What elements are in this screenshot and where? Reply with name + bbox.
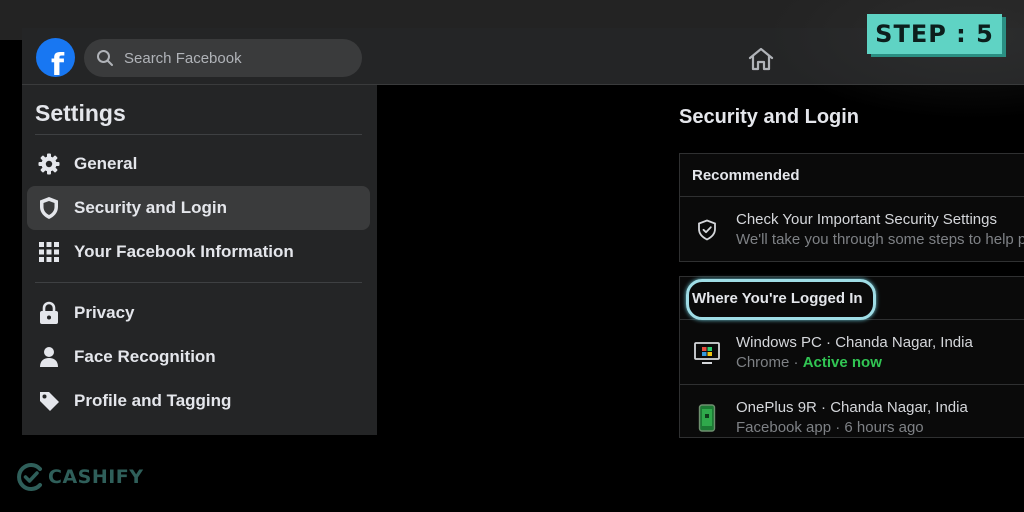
sidebar-item-label: Security and Login: [74, 198, 228, 217]
shield-icon: [37, 196, 61, 220]
highlight-ring: [686, 279, 876, 320]
sidebar-item-privacy[interactable]: Privacy: [27, 291, 370, 335]
desktop-icon: [694, 340, 720, 366]
security-checkup-title: Check Your Important Security Settings: [736, 211, 997, 228]
sidebar-item-label: Face Recognition: [74, 347, 216, 366]
session-row[interactable]: Windows PC · Chanda Nagar, India Chrome …: [680, 320, 1024, 385]
shield-check-icon: [694, 217, 720, 243]
sidebar-item-label: General: [74, 154, 138, 173]
step-badge: STEP : 5: [867, 14, 1002, 54]
session-detail: Chrome · Active now: [736, 354, 882, 371]
search-input[interactable]: [122, 48, 346, 68]
sidebar-item-label: Your Facebook Information: [74, 242, 294, 261]
recommended-heading: Recommended: [680, 154, 1024, 197]
home-icon[interactable]: [747, 45, 775, 73]
sidebar-item-general[interactable]: General: [27, 142, 370, 186]
facebook-logo[interactable]: f: [36, 38, 75, 77]
sidebar-title: Settings: [35, 100, 126, 126]
session-detail: Facebook app · 6 hours ago: [736, 419, 924, 436]
security-checkup-subtitle: We'll take you through some steps to hel…: [736, 231, 1024, 248]
security-checkup-row[interactable]: Check Your Important Security Settings W…: [680, 197, 1024, 261]
cashify-logo-icon: [17, 463, 42, 491]
page-title: Security and Login: [679, 106, 860, 128]
tag-icon: [37, 389, 61, 413]
search-icon: [97, 50, 113, 66]
sidebar-item-security-and-login[interactable]: Security and Login: [27, 186, 370, 230]
session-device: Windows PC · Chanda Nagar, India: [736, 334, 973, 351]
session-device: OnePlus 9R · Chanda Nagar, India: [736, 399, 968, 416]
lock-icon: [37, 301, 61, 325]
sidebar-item-label: Profile and Tagging: [74, 391, 232, 410]
search-box[interactable]: [84, 39, 362, 77]
active-now-status: Active now: [802, 354, 882, 371]
session-row[interactable]: OnePlus 9R · Chanda Nagar, India Faceboo…: [680, 385, 1024, 437]
sidebar-item-your-facebook-information[interactable]: Your Facebook Information: [27, 230, 370, 274]
cashify-wordmark: CASHIFY: [48, 466, 144, 488]
logo-letter: f: [50, 48, 65, 78]
phone-icon: [694, 404, 720, 432]
person-icon: [37, 345, 61, 369]
grid-icon: [37, 240, 61, 264]
sidebar-item-profile-and-tagging[interactable]: Profile and Tagging: [27, 379, 370, 423]
sidebar-divider: [35, 282, 362, 283]
sidebar-item-face-recognition[interactable]: Face Recognition: [27, 335, 370, 379]
sidebar-divider: [35, 134, 362, 135]
sidebar-item-label: Privacy: [74, 303, 135, 322]
gear-icon: [37, 152, 61, 176]
recommended-card: Recommended Check Your Important Securit…: [679, 153, 1024, 262]
settings-sidebar: Settings General Security and Login Your…: [22, 85, 377, 435]
watermark: CASHIFY: [16, 461, 144, 493]
